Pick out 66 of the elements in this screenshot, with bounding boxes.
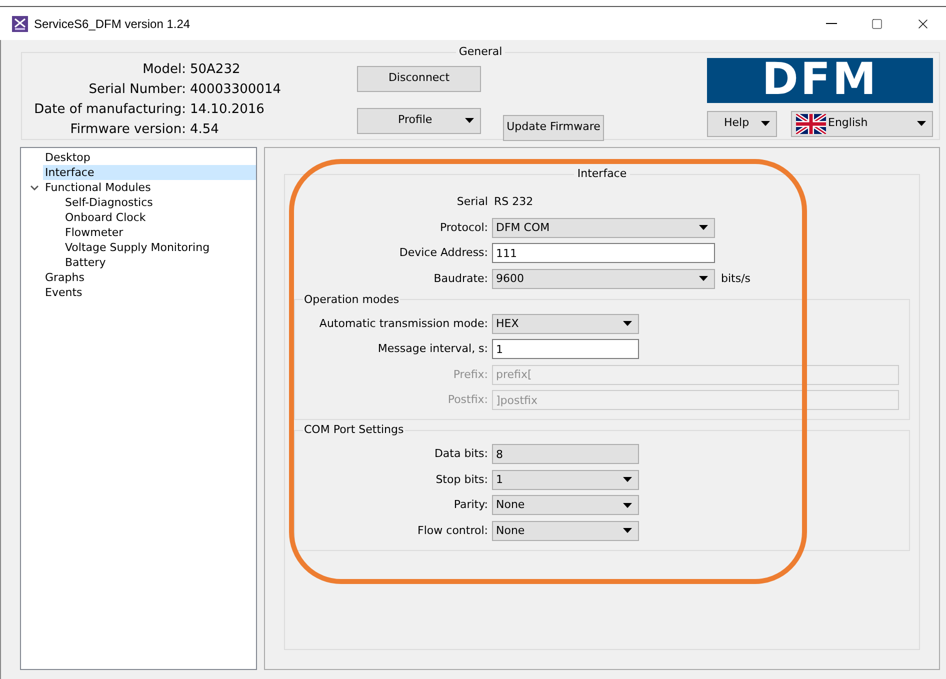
info-value: 14.10.2016 <box>190 101 266 120</box>
tree-item[interactable]: Voltage Supply Monitoring <box>43 240 256 255</box>
dropdown[interactable]: DFM COM <box>492 218 715 238</box>
dropdown-caret-icon <box>699 225 708 230</box>
field-label: Protocol: <box>438 220 489 236</box>
field-label: Prefix: <box>452 366 489 382</box>
panel-title: General <box>458 44 504 60</box>
tree-item[interactable]: Flowmeter <box>43 225 256 240</box>
tree-item[interactable]: Interface <box>43 165 256 180</box>
dropdown[interactable]: HEX <box>492 314 639 334</box>
dropdown-caret-icon <box>465 118 474 123</box>
dropdown-caret-icon <box>623 321 632 326</box>
field-label: Parity: <box>452 497 489 513</box>
panel-title: Interface <box>576 166 628 182</box>
maximize-icon <box>871 18 883 30</box>
info-label: Date of manufacturing: <box>33 101 186 120</box>
info-value: 40003300014 <box>190 80 282 99</box>
dropdown-caret-icon <box>917 121 926 126</box>
language-dropdown[interactable]: English <box>791 110 933 136</box>
minimize-icon <box>826 23 836 24</box>
info-label: Firmware version: <box>69 121 186 140</box>
field-label: Serial <box>456 194 489 210</box>
logo: DFM <box>707 58 933 102</box>
dropdown-caret-icon <box>699 276 708 282</box>
field-label: Baudrate: <box>432 270 489 286</box>
field-value: RS 232 <box>493 194 534 210</box>
tree-item[interactable]: Events <box>43 285 256 300</box>
input-field[interactable]: 1 <box>492 339 639 360</box>
dropdown-caret-icon <box>761 121 770 126</box>
input-field[interactable]: 8 <box>492 444 639 464</box>
tree-item[interactable]: Onboard Clock <box>43 210 256 225</box>
field-label: Postfix: <box>446 392 489 408</box>
field-label: Flow control: <box>416 522 489 538</box>
tree-item[interactable]: Desktop <box>43 150 256 165</box>
dropdown[interactable]: None <box>492 495 639 516</box>
chevron-down-icon[interactable] <box>30 185 39 191</box>
tree-item[interactable]: Functional Modules <box>43 180 256 195</box>
window-title: ServiceS6_DFM version 1.24 <box>34 16 190 32</box>
info-label: Model: <box>142 60 186 78</box>
info-value: 50A232 <box>190 60 242 78</box>
update-firmware-button[interactable]: Update Firmware <box>503 114 604 141</box>
field-label: Automatic transmission mode: <box>318 316 489 332</box>
help-button[interactable]: Help <box>707 110 777 136</box>
flag-icon <box>796 114 826 134</box>
disconnect-button[interactable]: Disconnect <box>357 66 481 92</box>
profile-button[interactable]: Profile <box>357 108 481 134</box>
field-label: Device Address: <box>398 245 489 261</box>
dropdown[interactable]: 9600 <box>492 268 715 289</box>
field-label: Message interval, s: <box>376 341 489 357</box>
dropdown-caret-icon <box>623 528 632 534</box>
group-title: Operation modes <box>303 292 400 308</box>
unit-label: bits/s <box>721 270 751 286</box>
tree-item[interactable]: Graphs <box>43 270 256 285</box>
tree-item[interactable]: Self-Diagnostics <box>43 195 256 210</box>
info-label: Serial Number: <box>88 80 186 99</box>
dropdown-caret-icon <box>623 477 632 482</box>
field-label: Stop bits: <box>434 472 489 488</box>
field-label: Data bits: <box>433 446 489 462</box>
dropdown[interactable]: 1 <box>492 470 639 490</box>
tree-item[interactable]: Battery <box>43 255 256 270</box>
group-title: COM Port Settings <box>303 422 405 438</box>
info-value: 4.54 <box>190 121 220 140</box>
input-field[interactable]: 111 <box>492 243 715 264</box>
dropdown[interactable]: None <box>492 520 639 541</box>
app-icon <box>12 16 28 32</box>
dropdown-caret-icon <box>623 502 632 508</box>
